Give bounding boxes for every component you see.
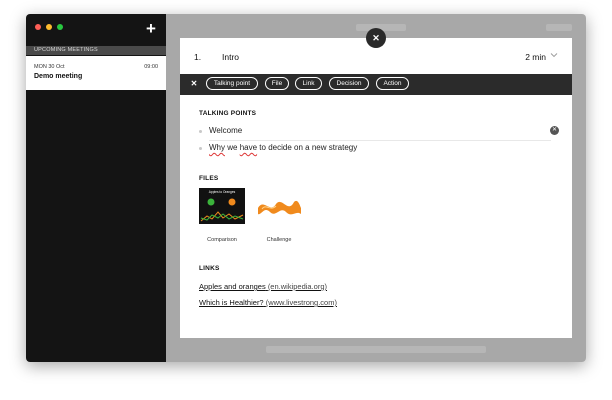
add-link-button[interactable]: Link xyxy=(295,77,322,90)
link-source[interactable]: (www.livestrong.com) xyxy=(266,298,337,307)
talking-point-text[interactable]: Welcome xyxy=(209,126,242,135)
talking-point-item[interactable]: Welcome ✕ xyxy=(199,125,559,141)
minimize-window-button[interactable] xyxy=(46,24,52,30)
file-caption: Comparison xyxy=(207,237,237,243)
add-talking-point-button[interactable]: Talking point xyxy=(206,77,258,90)
agenda-item-duration[interactable]: 2 min xyxy=(525,52,546,62)
chevron-down-icon[interactable] xyxy=(550,51,558,59)
close-window-button[interactable] xyxy=(35,24,41,30)
link-item[interactable]: Apples and oranges (en.wikipedia.org) xyxy=(199,282,327,291)
bullet xyxy=(199,130,202,133)
clear-icon[interactable]: ✕ xyxy=(550,126,559,135)
backdrop-ghost xyxy=(266,346,486,353)
links-label: LINKS xyxy=(199,265,220,272)
file-caption: Challenge xyxy=(266,237,292,243)
sidebar: + UPCOMING MEETINGS MON 30 Oct 09:00 Dem… xyxy=(26,14,166,362)
meeting-title: Demo meeting xyxy=(34,73,83,80)
file-thumbnail-challenge[interactable] xyxy=(256,188,302,224)
add-action-button[interactable]: Action xyxy=(376,77,409,90)
close-toolbar-icon[interactable]: ✕ xyxy=(188,78,200,90)
meeting-list-item[interactable]: MON 30 Oct 09:00 Demo meeting xyxy=(26,56,166,90)
link-source[interactable]: (en.wikipedia.org) xyxy=(268,282,327,291)
files-label: FILES xyxy=(199,175,219,182)
agenda-item-panel: 1. Intro 2 min ✕ Talking point File Link… xyxy=(180,38,572,338)
upcoming-meetings-header: UPCOMING MEETINGS xyxy=(26,46,166,55)
link-text[interactable]: Apples and oranges xyxy=(199,282,266,291)
link-item[interactable]: Which is Healthier? (www.livestrong.com) xyxy=(199,298,337,307)
link-text[interactable]: Which is Healthier? xyxy=(199,298,264,307)
talking-point-item[interactable]: Why we have to decide on a new strategy xyxy=(199,142,559,158)
meeting-date: MON 30 Oct xyxy=(34,64,65,70)
thumb-title: Apples to Oranges xyxy=(209,190,236,194)
add-decision-button[interactable]: Decision xyxy=(329,77,369,90)
agenda-item-number: 1. xyxy=(194,52,202,62)
close-panel-icon[interactable]: ✕ xyxy=(366,28,386,48)
divider xyxy=(209,140,551,141)
talking-point-text[interactable]: Why we have to decide on a new strategy xyxy=(209,143,357,152)
add-file-button[interactable]: File xyxy=(265,77,289,90)
meeting-time: 09:00 xyxy=(144,64,158,70)
add-meeting-icon[interactable]: + xyxy=(144,20,158,37)
backdrop-ghost xyxy=(546,24,572,31)
talking-points-label: TALKING POINTS xyxy=(199,110,257,117)
add-content-toolbar: ✕ Talking point File Link Decision Actio… xyxy=(180,74,572,95)
agenda-item-title[interactable]: Intro xyxy=(222,52,239,62)
bullet xyxy=(199,147,202,150)
zoom-window-button[interactable] xyxy=(57,24,63,30)
file-thumbnail-comparison[interactable]: Apples to Oranges xyxy=(199,188,245,224)
